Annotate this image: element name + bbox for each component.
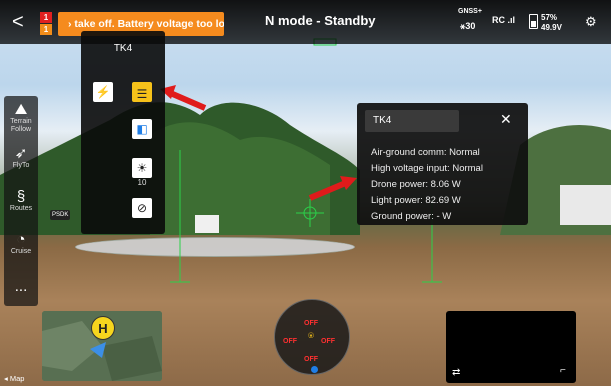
lightning-icon[interactable]: ⚡ bbox=[93, 82, 113, 102]
spotlight-icon[interactable]: ☰ bbox=[132, 82, 152, 102]
payload-name-field[interactable]: TK4 bbox=[365, 110, 459, 132]
battery-icon bbox=[529, 14, 538, 29]
routes-icon: § bbox=[16, 188, 26, 205]
signal-bars-icon: .ıl bbox=[507, 15, 516, 25]
more-icon: ... bbox=[14, 278, 28, 295]
terrain-follow-button[interactable]: ⛰ Terrain Follow bbox=[4, 102, 38, 134]
light-power-readout: Light power: 82.69 W bbox=[371, 195, 461, 206]
satellite-count: ⚹30 bbox=[460, 21, 476, 31]
warning-count-badge: 1 bbox=[40, 24, 52, 35]
left-toolbar: ⛰ Terrain Follow ➶ FlyTo § Routes ◔ Cruise .… bbox=[4, 96, 38, 306]
flight-mode-status: N mode - Standby bbox=[265, 13, 376, 28]
gnss-label: GNSS+ bbox=[458, 8, 482, 15]
secondary-video-view[interactable]: ⇄ ⌐ bbox=[446, 311, 576, 383]
expand-icon[interactable]: ⌐ bbox=[560, 365, 566, 376]
flyto-button[interactable]: ➶ FlyTo bbox=[4, 146, 38, 170]
battery-voltage: 49.9V bbox=[541, 23, 562, 32]
cruise-button[interactable]: ◔ Cruise bbox=[4, 232, 38, 256]
ground-power-readout: Ground power: - W bbox=[371, 211, 452, 222]
aircraft-icon: ⍟ bbox=[308, 331, 314, 342]
drone-power-readout: Drone power: 8.06 W bbox=[371, 179, 461, 190]
psdk-button[interactable]: PSDK bbox=[50, 210, 71, 220]
rc-signal: RC .ıl bbox=[492, 15, 516, 25]
obstacle-off-left: OFF bbox=[283, 338, 297, 345]
error-count-badge: 1 bbox=[40, 12, 52, 23]
close-icon[interactable]: ✕ bbox=[500, 111, 512, 128]
attitude-compass: OFF OFF OFF OFF ⍟ bbox=[274, 299, 350, 375]
payload-menu: TK4 ⚡ ☰ ◧ ☀ 10 ⊘ bbox=[81, 31, 165, 234]
home-direction-dot bbox=[311, 366, 318, 373]
high-voltage-status: High voltage input: Normal bbox=[371, 163, 483, 174]
brightness-icon[interactable]: ☀ bbox=[132, 158, 152, 178]
cruise-icon: ◔ bbox=[16, 231, 26, 248]
payload-menu-title: TK4 bbox=[113, 43, 133, 54]
swap-view-icon[interactable]: ⇄ bbox=[452, 367, 460, 378]
map-toggle[interactable]: ◂ Map bbox=[4, 374, 24, 383]
obstacle-off-right: OFF bbox=[321, 338, 335, 345]
strobe-icon[interactable]: ◧ bbox=[132, 119, 152, 139]
flyto-icon: ➶ bbox=[14, 145, 28, 162]
terrain-icon: ⛰ bbox=[14, 101, 28, 118]
settings-icon[interactable]: ⚙ bbox=[585, 14, 597, 30]
more-button[interactable]: ... bbox=[4, 279, 38, 295]
home-point-marker: H bbox=[91, 316, 115, 340]
brightness-value: 10 bbox=[137, 178, 147, 187]
routes-button[interactable]: § Routes bbox=[4, 189, 38, 213]
back-button[interactable]: < bbox=[12, 11, 24, 34]
mute-icon[interactable]: ⊘ bbox=[132, 198, 152, 218]
payload-status-panel: TK4 ✕ Air-ground comm: Normal High volta… bbox=[357, 103, 528, 225]
battery-percent: 57% bbox=[541, 13, 558, 22]
air-ground-comm-status: Air-ground comm: Normal bbox=[371, 147, 480, 158]
obstacle-off-top: OFF bbox=[304, 320, 318, 327]
alert-badges[interactable]: 1 1 bbox=[40, 12, 52, 35]
obstacle-off-bottom: OFF bbox=[304, 356, 318, 363]
